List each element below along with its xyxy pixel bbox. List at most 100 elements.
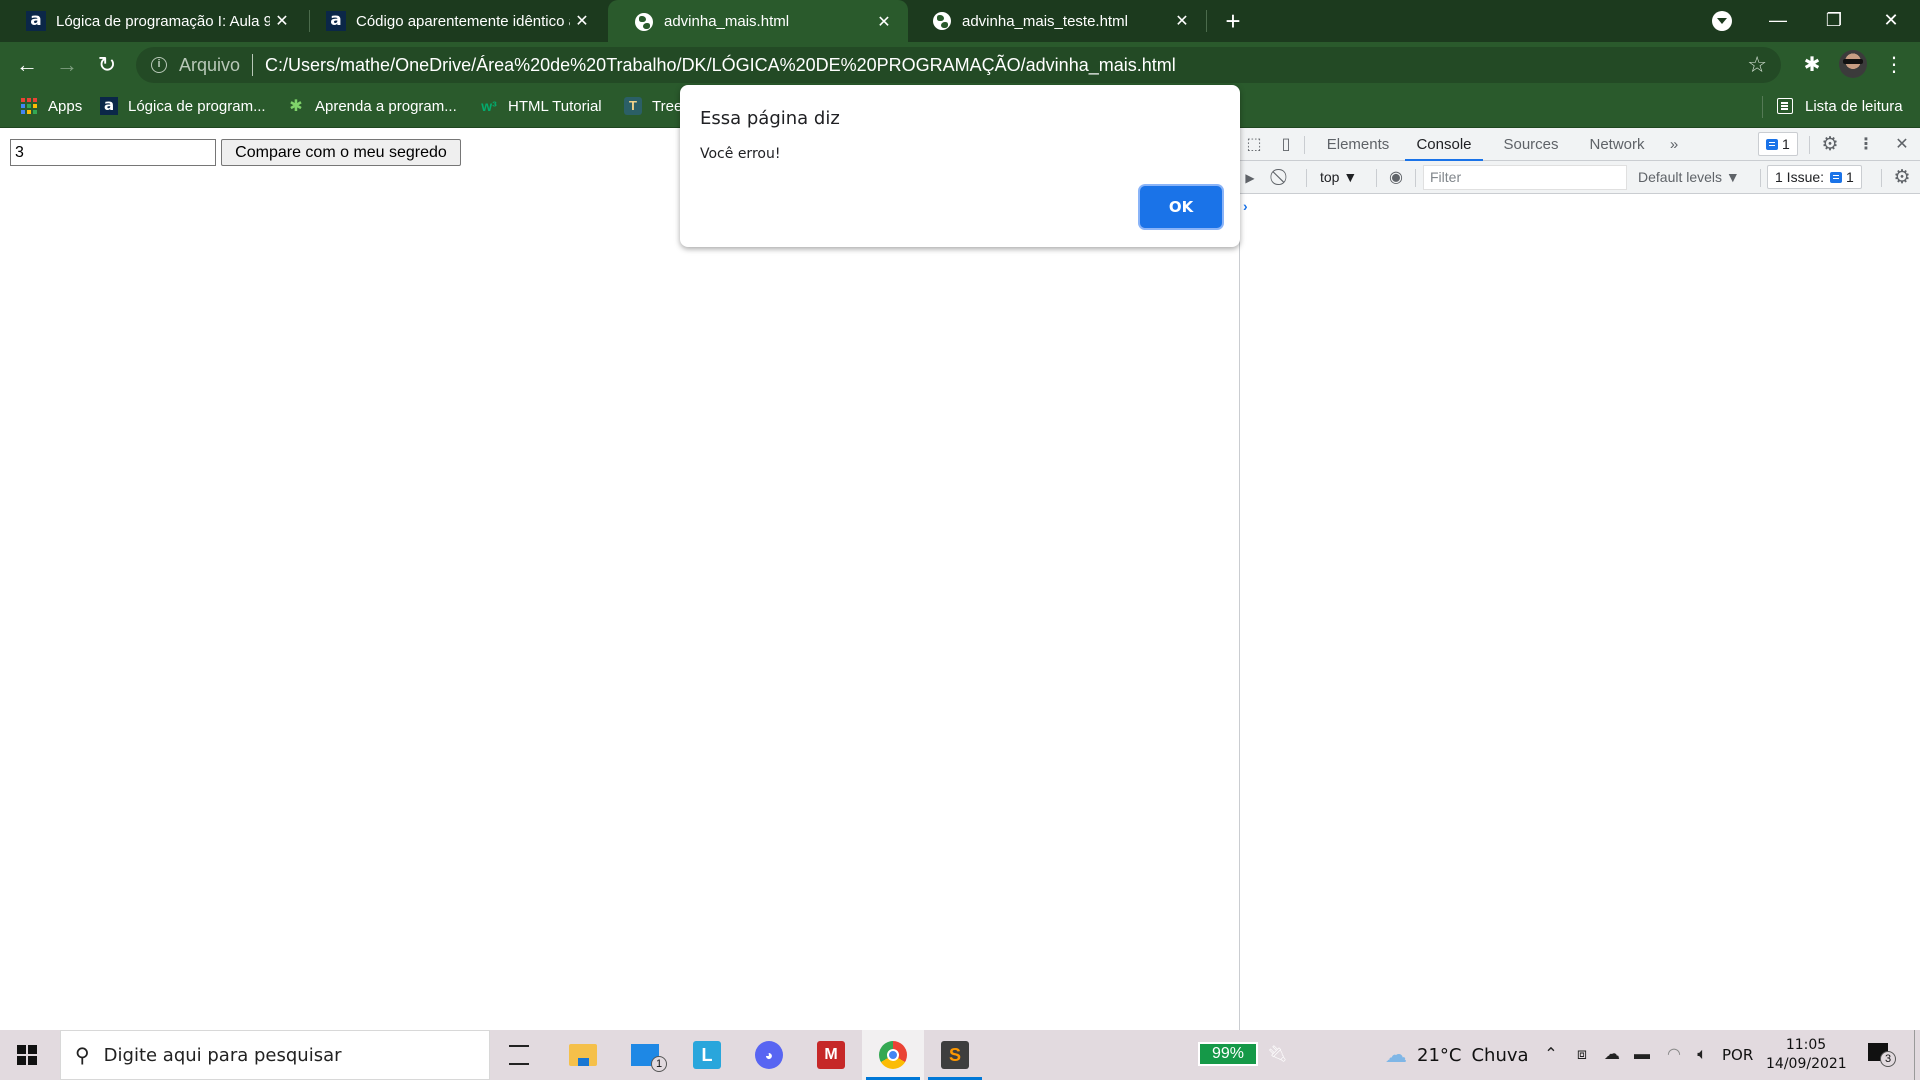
devtools-tab-network[interactable]: Network [1577,128,1657,161]
new-tab-button[interactable]: + [1218,6,1248,36]
guess-input[interactable] [10,139,216,166]
devtools-tab-sources[interactable]: Sources [1493,128,1569,161]
lingq-icon: L [693,1041,721,1069]
alert-dialog: Essa página diz Você errou! OK [680,85,1240,247]
taskbar-search-box[interactable]: ⚲ Digite aqui para pesquisar [60,1030,490,1080]
close-tab-icon[interactable]: ✕ [872,12,896,32]
more-tabs-icon[interactable]: » [1662,128,1686,161]
close-tab-icon[interactable]: ✕ [1170,11,1194,31]
tab-logica-aula9[interactable]: a Lógica de programação I: Aula 9 ✕ [0,0,306,42]
compare-button[interactable]: Compare com o meu segredo [221,139,461,166]
windows-start-icon[interactable] [17,1045,37,1065]
back-button[interactable]: ← [12,50,42,80]
wifi-icon[interactable]: ◠ [1662,1030,1686,1080]
clock[interactable]: 11:05 14/09/2021 [1766,1036,1847,1074]
devtools-menu-icon[interactable]: ⋮ [1856,135,1876,155]
clear-console-icon[interactable]: ⃠ [1272,168,1292,188]
reading-list-label: Lista de leitura [1805,97,1903,115]
bookmark-tree[interactable]: T Tree [624,88,682,124]
close-devtools-icon[interactable]: ✕ [1892,135,1912,155]
reading-list-button[interactable]: Lista de leitura [1777,88,1903,124]
bookmark-apps[interactable]: Apps [20,88,82,124]
folder-icon [569,1044,597,1066]
w3schools-icon: w³ [481,98,497,114]
restore-button[interactable]: ❐ [1805,0,1863,42]
file-explorer-button[interactable] [552,1030,614,1080]
inspect-element-icon[interactable]: ⬚ [1244,135,1264,155]
close-tab-icon[interactable]: ✕ [570,11,594,31]
show-hidden-icons-chevron[interactable]: ⌃ [1540,1030,1562,1080]
tab-title: advinha_mais.html [664,13,790,30]
tab-title: Código aparentemente idêntico a [356,12,570,30]
weather-widget[interactable]: ☁ 21°C Chuva [1385,1030,1529,1080]
menu-icon[interactable]: ⋮ [1878,50,1910,80]
forward-button[interactable]: → [52,50,82,80]
bookmark-aprenda[interactable]: ✱ Aprenda a program... [287,88,456,124]
tab-advinha-mais-teste[interactable]: advinha_mais_teste.html ✕ [906,0,1206,42]
onedrive-cloud-icon[interactable]: ☁ [1600,1030,1624,1080]
tab-advinha-mais[interactable]: advinha_mais.html ✕ [608,0,908,43]
treehouse-icon: T [624,97,642,115]
notifications-icon[interactable]: 3 [1868,1043,1896,1067]
notifications-badge: 3 [1880,1051,1896,1067]
settings-gear-icon[interactable]: ⚙ [1820,135,1840,155]
windows-taskbar: ⚲ Digite aqui para pesquisar 1 L ◕ M S 9… [0,1030,1920,1080]
mail-badge: 1 [651,1056,667,1072]
alura-icon: a [26,11,46,31]
site-info-icon[interactable]: i [151,57,167,73]
mail-app-button[interactable]: 1 [614,1030,676,1080]
alert-ok-button[interactable]: OK [1140,186,1222,228]
tab-separator [1206,10,1207,32]
show-desktop-button[interactable] [1914,1030,1915,1080]
console-filter-input[interactable]: Filter [1423,165,1627,190]
discord-app-button[interactable]: ◕ [738,1030,800,1080]
lingq-app-button[interactable]: L [676,1030,738,1080]
power-plug-icon: 🔌︎ [1267,1046,1288,1063]
language-indicator[interactable]: POR [1722,1030,1753,1080]
bookmark-star-icon[interactable]: ☆ [1747,52,1767,78]
console-settings-gear-icon[interactable]: ⚙ [1892,168,1912,188]
devtools-tabbar: ⬚ ▯ Elements Console Sources Network » 1… [1240,128,1920,161]
context-selector[interactable]: top ▼ [1320,161,1357,194]
close-window-button[interactable]: ✕ [1862,0,1920,42]
task-view-button[interactable] [488,1030,550,1080]
task-view-icon [509,1045,529,1065]
tab-search-icon[interactable] [1712,11,1732,31]
issues-badge[interactable]: 1 Issue: 1 [1767,165,1862,189]
globe-icon [932,11,952,31]
reading-list-icon [1777,98,1793,114]
reload-button[interactable]: ↻ [92,50,122,80]
weather-temp: 21°C [1417,1044,1462,1066]
live-expression-eye-icon[interactable]: ◉ [1386,168,1406,188]
messages-count: 1 [1782,136,1790,152]
tab-codigo-identico[interactable]: a Código aparentemente idêntico a ✕ [300,0,606,42]
address-bar[interactable]: i Arquivo C:/Users/mathe/OneDrive/Área%2… [136,47,1781,83]
profile-avatar[interactable] [1839,50,1867,78]
battery-icon[interactable]: ▬ [1630,1030,1654,1080]
devtools-panel: ⬚ ▯ Elements Console Sources Network » 1… [1239,128,1920,1030]
bug-icon: ✱ [289,98,303,115]
close-tab-icon[interactable]: ✕ [270,11,294,31]
camera-icon[interactable]: ⧈ [1570,1030,1594,1080]
device-toolbar-icon[interactable]: ▯ [1276,135,1296,155]
bookmark-logica[interactable]: a Lógica de program... [100,88,266,124]
minimize-button[interactable]: — [1749,0,1807,42]
extensions-icon[interactable]: ✱ [1796,50,1828,80]
console-prompt[interactable]: › [1243,198,1248,214]
devtools-tab-elements[interactable]: Elements [1316,128,1400,161]
messages-badge[interactable]: 1 [1758,132,1798,156]
search-placeholder: Digite aqui para pesquisar [103,1044,342,1066]
mcafee-app-button[interactable]: M [800,1030,862,1080]
sidebar-toggle-icon[interactable]: ▶ [1240,168,1260,188]
volume-icon[interactable]: 🔈︎ [1690,1030,1714,1080]
battery-percent-widget[interactable]: 99% [1198,1042,1258,1066]
chrome-icon [879,1041,907,1069]
url-text[interactable]: C:/Users/mathe/OneDrive/Área%20de%20Trab… [265,55,1176,76]
log-levels-dropdown[interactable]: Default levels ▼ [1638,161,1740,194]
bookmark-html-tutorial[interactable]: w³ HTML Tutorial [480,88,601,124]
message-icon [1766,138,1778,150]
sublime-text-app-button[interactable]: S [924,1030,986,1080]
chrome-app-button[interactable] [862,1030,924,1080]
devtools-separator [1306,169,1307,187]
devtools-tab-console[interactable]: Console [1405,128,1483,161]
